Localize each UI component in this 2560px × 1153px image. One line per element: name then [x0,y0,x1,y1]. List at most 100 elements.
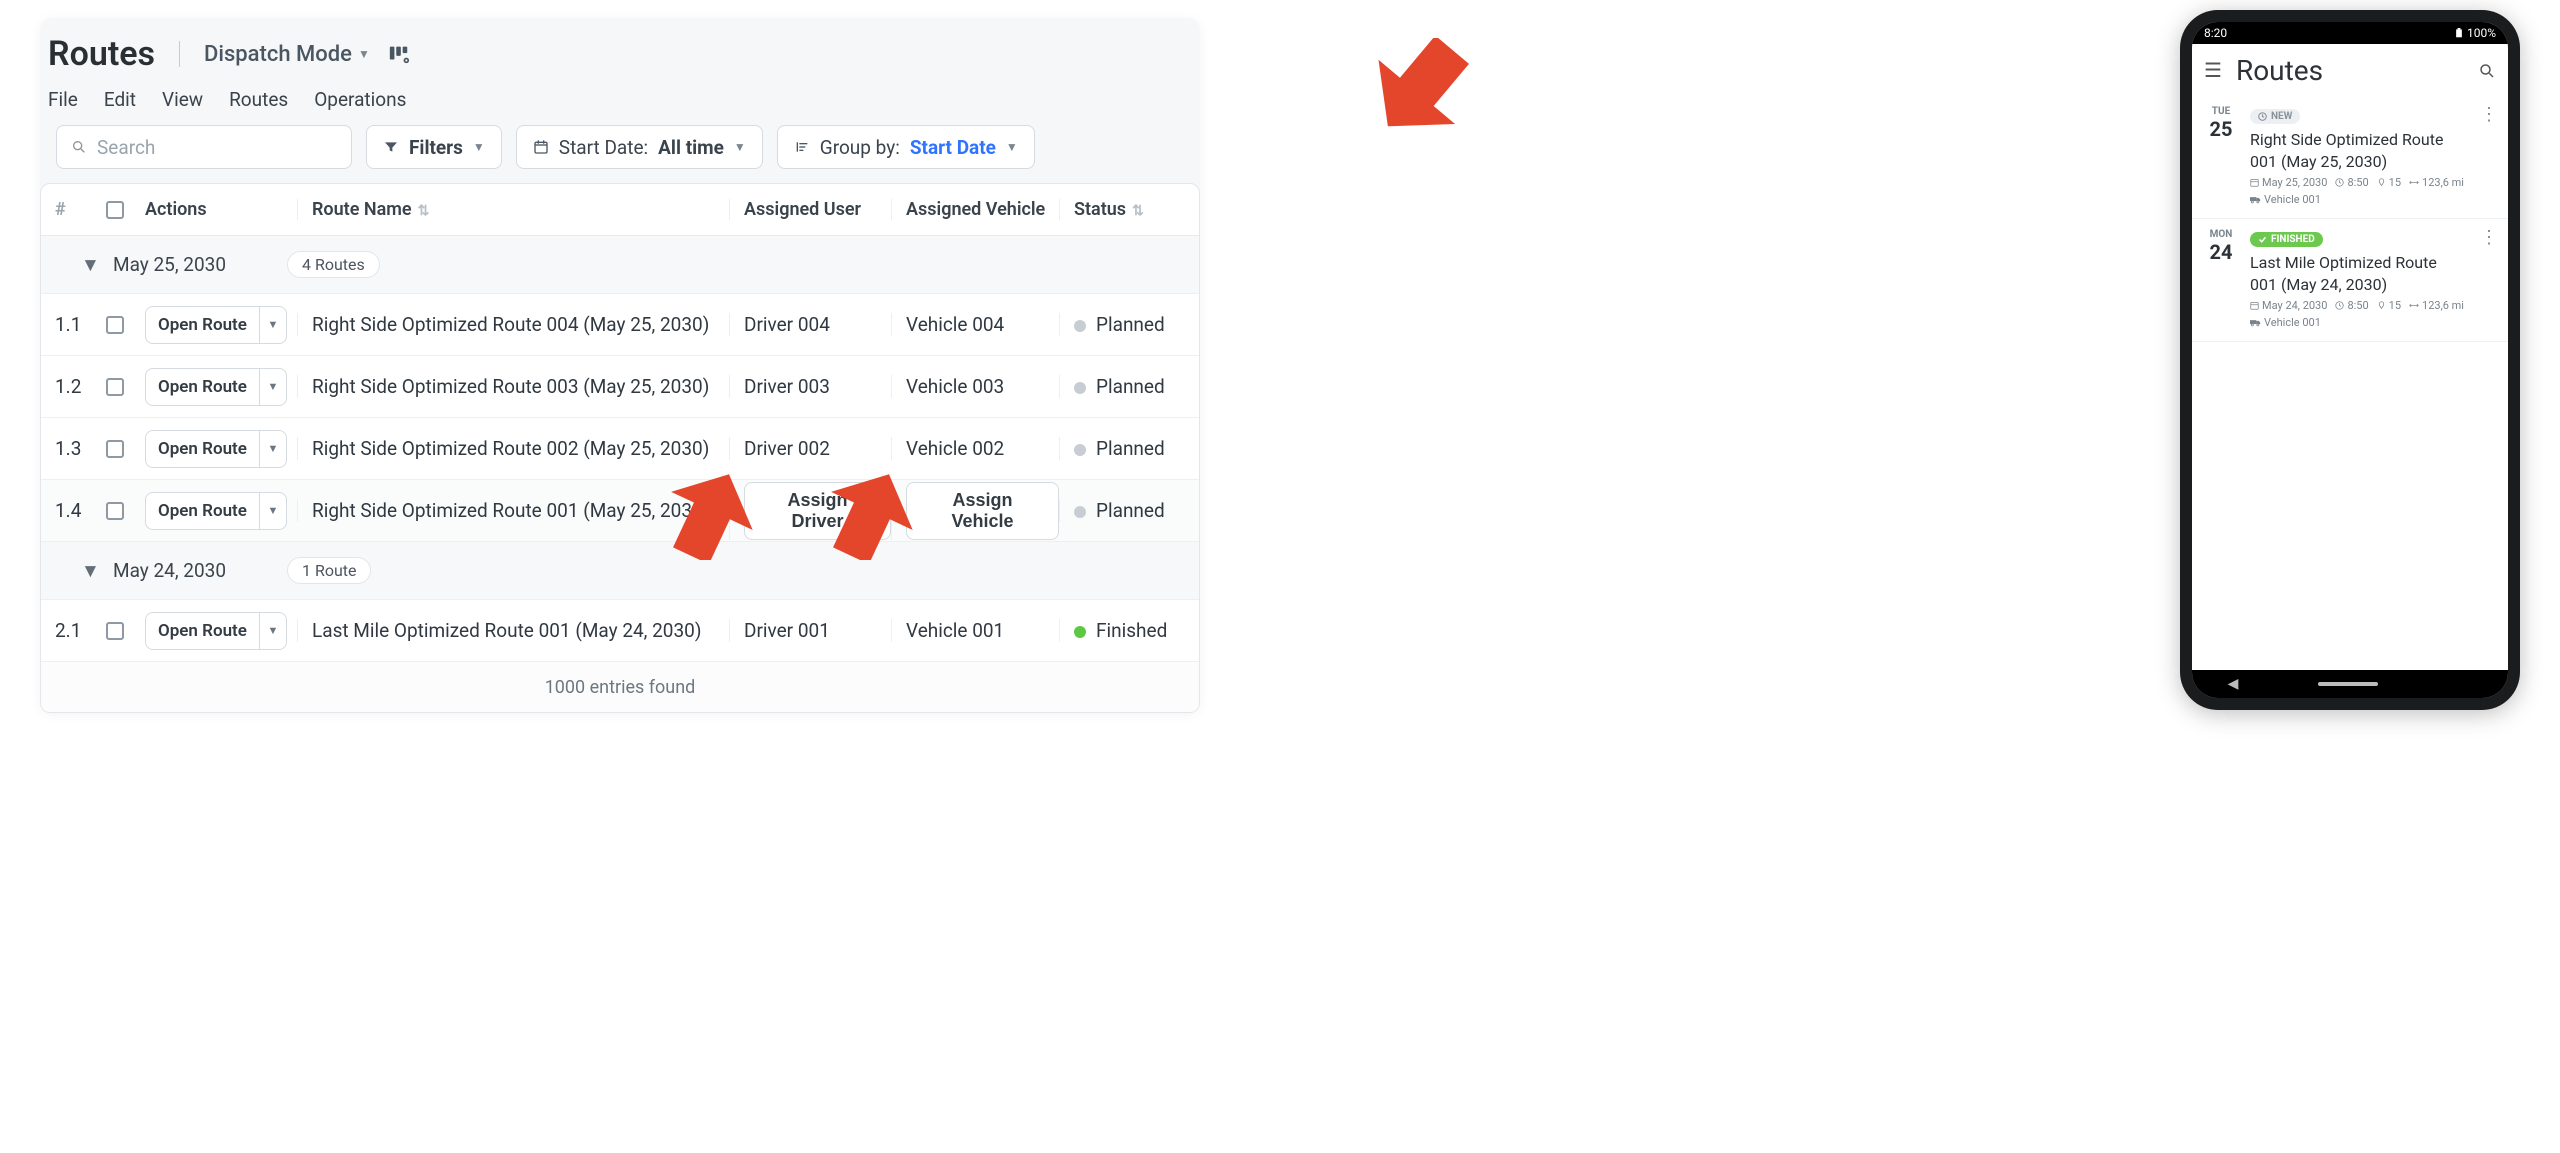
calendar-icon [2250,301,2259,310]
assigned-vehicle: Vehicle 003 [906,375,1004,398]
menu-file[interactable]: File [48,88,78,111]
checkbox-icon [106,201,124,219]
checkbox-icon [106,378,124,396]
meta-date: May 25, 2030 [2250,176,2327,189]
status-label: Planned [1096,375,1165,398]
chevron-down-icon: ▼ [41,253,93,277]
phone-route-item[interactable]: MON24 FINISHEDLast Mile Optimized Route … [2192,219,2508,342]
phone-date-block: TUE25 [2204,106,2238,206]
table-row[interactable]: 2.1Open Route▼Last Mile Optimized Route … [41,600,1199,662]
chevron-down-icon: ▼ [267,442,278,455]
status-label: Finished [1096,619,1167,642]
assigned-user: Driver 002 [744,437,830,460]
mode-selector[interactable]: Dispatch Mode ▼ [204,42,370,67]
table-row[interactable]: 1.1Open Route▼Right Side Optimized Route… [41,294,1199,356]
date-filter-button[interactable]: Start Date: All time ▼ [516,125,763,169]
open-route-dropdown[interactable]: ▼ [259,612,287,650]
checkbox-icon [106,502,124,520]
open-route-label: Open Route [145,492,259,530]
group-date: May 25, 2030 [93,253,283,276]
chevron-down-icon: ▼ [267,624,278,637]
table-row[interactable]: 1.3Open Route▼Right Side Optimized Route… [41,418,1199,480]
kebab-menu-icon[interactable]: ⋮ [2476,106,2502,206]
menu-edit[interactable]: Edit [104,88,136,111]
assign-vehicle-button[interactable]: Assign Vehicle [906,482,1059,540]
phone-battery-pct: 100% [2467,26,2496,40]
open-route-button[interactable]: Open Route▼ [145,492,297,530]
assigned-user: Driver 001 [744,619,830,642]
phone-route-list[interactable]: TUE25 NEWRight Side Optimized Route 001 … [2192,96,2508,670]
checkbox-icon [106,316,124,334]
filters-button[interactable]: Filters ▼ [366,125,502,169]
open-route-button[interactable]: Open Route▼ [145,368,297,406]
assigned-vehicle: Vehicle 004 [906,313,1004,336]
col-status[interactable]: Status⇅ [1059,199,1199,220]
col-select-all[interactable] [93,201,137,219]
open-route-dropdown[interactable]: ▼ [259,306,287,344]
title-separator [179,41,180,67]
date-label: Start Date: [559,136,648,159]
clock-icon [2335,178,2344,187]
status-badge: NEW [2250,109,2300,124]
row-checkbox[interactable] [93,502,137,520]
home-pill[interactable] [2318,682,2378,686]
annotation-arrow [1370,38,1470,138]
group-row[interactable]: ▼May 24, 20301 Route [41,542,1199,600]
search-input[interactable]: Search [56,125,352,169]
open-route-button[interactable]: Open Route▼ [145,612,297,650]
hamburger-icon[interactable]: ☰ [2204,58,2222,82]
entries-count: 1000 entries found [545,677,696,698]
phone-title: Routes [2236,54,2323,87]
phone-route-name: Last Mile Optimized Route 001 (May 24, 2… [2250,252,2464,295]
chevron-down-icon: ▼ [473,140,485,154]
row-index: 1.4 [41,499,93,522]
phone-daynum: 25 [2204,117,2238,141]
status-dot-icon [1074,382,1086,394]
status-dot-icon [1074,320,1086,332]
phone-route-meta: Vehicle 001 [2250,193,2464,206]
sort-icon: ⇅ [1132,203,1144,219]
row-checkbox[interactable] [93,316,137,334]
open-route-label: Open Route [145,368,259,406]
open-route-button[interactable]: Open Route▼ [145,306,297,344]
chevron-down-icon: ▼ [41,559,93,583]
meta-vehicle: Vehicle 001 [2250,193,2321,206]
row-checkbox[interactable] [93,440,137,458]
phone-nav-bar: ◀ [2192,670,2508,698]
phone-route-meta: May 24, 20308:5015123,6 mi [2250,299,2464,312]
group-by-button[interactable]: Group by: Start Date ▼ [777,125,1035,169]
phone-dow: MON [2204,229,2238,240]
menu-view[interactable]: View [162,88,203,111]
search-icon[interactable] [2478,54,2496,87]
phone-route-item[interactable]: TUE25 NEWRight Side Optimized Route 001 … [2192,96,2508,219]
table-row[interactable]: 1.2Open Route▼Right Side Optimized Route… [41,356,1199,418]
row-checkbox[interactable] [93,378,137,396]
assign-driver-button[interactable]: Assign Driver [744,482,891,540]
open-route-button[interactable]: Open Route▼ [145,430,297,468]
row-index: 2.1 [41,619,93,642]
col-route-name[interactable]: Route Name⇅ [297,199,729,220]
board-settings-icon[interactable] [388,43,410,65]
open-route-dropdown[interactable]: ▼ [259,492,287,530]
phone-daynum: 24 [2204,240,2238,264]
meta-time: 8:50 [2335,299,2368,312]
meta-stops: 15 [2377,299,2401,312]
group-date: May 24, 2030 [93,559,283,582]
assigned-vehicle: Vehicle 002 [906,437,1004,460]
distance-icon [2409,301,2419,310]
group-row[interactable]: ▼May 25, 20304 Routes [41,236,1199,294]
row-index: 1.3 [41,437,93,460]
menu-routes[interactable]: Routes [229,88,288,111]
open-route-dropdown[interactable]: ▼ [259,430,287,468]
row-checkbox[interactable] [93,622,137,640]
back-icon[interactable]: ◀ [2228,676,2239,692]
phone-frame: 8:20 100% ☰ Routes TUE25 NEWRight Side O… [2180,10,2520,710]
table-header: # Actions Route Name⇅ Assigned User Assi… [41,184,1199,236]
meta-distance: 123,6 mi [2409,299,2464,312]
check-icon [2258,235,2267,244]
kebab-menu-icon[interactable]: ⋮ [2476,229,2502,329]
open-route-dropdown[interactable]: ▼ [259,368,287,406]
table-row[interactable]: 1.4Open Route▼Right Side Optimized Route… [41,480,1199,542]
menu-operations[interactable]: Operations [314,88,406,111]
group-count-badge: 1 Route [287,557,371,584]
